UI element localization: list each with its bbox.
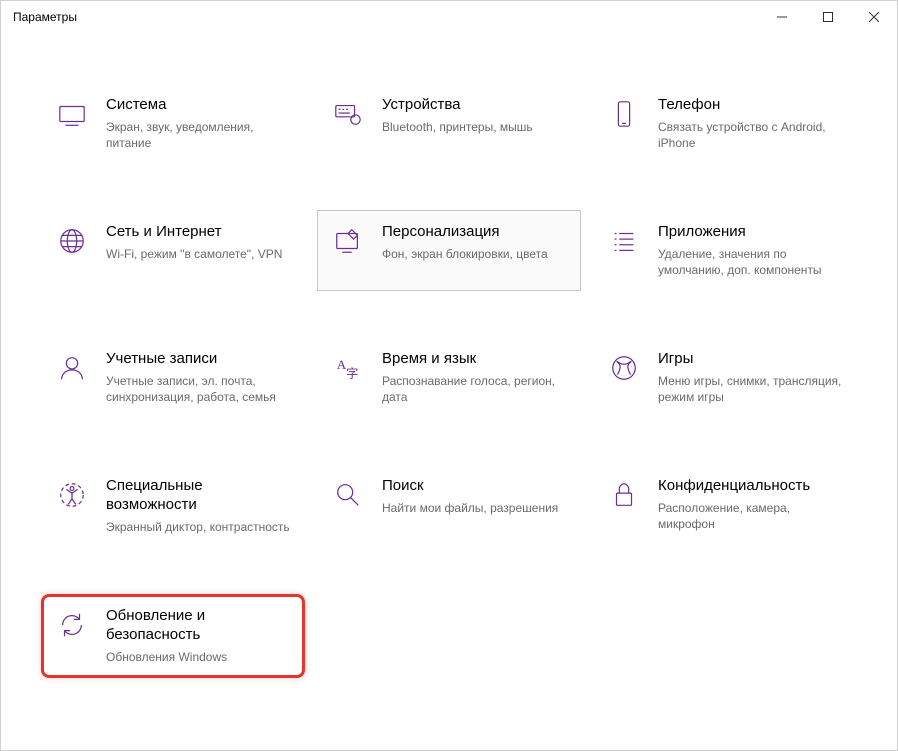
category-title: Учетные записи — [106, 350, 290, 369]
category-subtitle: Обновления Windows — [106, 649, 290, 665]
paint-icon — [332, 225, 364, 257]
ease-of-access-icon — [56, 479, 88, 511]
titlebar: Параметры — [1, 1, 897, 33]
close-icon — [869, 12, 879, 22]
category-subtitle: Связать устройство с Android, iPhone — [658, 119, 842, 151]
maximize-icon — [823, 12, 833, 22]
search-icon — [332, 479, 364, 511]
category-ease-of-access[interactable]: Специальные возможности Экранный диктор,… — [41, 464, 305, 548]
content-area: Система Экран, звук, уведомления, питани… — [1, 33, 897, 750]
window-title: Параметры — [13, 10, 77, 24]
category-subtitle: Фон, экран блокировки, цвета — [382, 246, 566, 262]
category-subtitle: Расположение, камера, микрофон — [658, 500, 842, 532]
window-controls — [759, 1, 897, 33]
category-title: Специальные возможности — [106, 477, 290, 515]
category-apps[interactable]: Приложения Удаление, значения по умолчан… — [593, 210, 857, 291]
update-icon — [56, 609, 88, 641]
phone-icon — [608, 98, 640, 130]
category-title: Время и язык — [382, 350, 566, 369]
category-subtitle: Bluetooth, принтеры, мышь — [382, 119, 566, 135]
category-phone[interactable]: Телефон Связать устройство с Android, iP… — [593, 83, 857, 164]
minimize-icon — [777, 12, 787, 22]
person-icon — [56, 352, 88, 384]
category-subtitle: Экран, звук, уведомления, питание — [106, 119, 290, 151]
category-gaming[interactable]: Игры Меню игры, снимки, трансляция, режи… — [593, 337, 857, 418]
category-privacy[interactable]: Конфиденциальность Расположение, камера,… — [593, 464, 857, 548]
category-subtitle: Учетные записи, эл. почта, синхронизация… — [106, 373, 290, 405]
minimize-button[interactable] — [759, 1, 805, 33]
maximize-button[interactable] — [805, 1, 851, 33]
category-personalization[interactable]: Персонализация Фон, экран блокировки, цв… — [317, 210, 581, 291]
apps-icon — [608, 225, 640, 257]
category-subtitle: Найти мои файлы, разрешения — [382, 500, 566, 516]
category-title: Конфиденциальность — [658, 477, 842, 496]
category-devices[interactable]: Устройства Bluetooth, принтеры, мышь — [317, 83, 581, 164]
category-accounts[interactable]: Учетные записи Учетные записи, эл. почта… — [41, 337, 305, 418]
category-title: Сеть и Интернет — [106, 223, 290, 242]
svg-text:字: 字 — [346, 366, 358, 381]
globe-icon — [56, 225, 88, 257]
category-title: Поиск — [382, 477, 566, 496]
category-title: Телефон — [658, 96, 842, 115]
category-title: Приложения — [658, 223, 842, 242]
language-icon: A字 — [332, 352, 364, 384]
category-search[interactable]: Поиск Найти мои файлы, разрешения — [317, 464, 581, 548]
keyboard-icon — [332, 98, 364, 130]
close-button[interactable] — [851, 1, 897, 33]
category-subtitle: Распознавание голоса, регион, дата — [382, 373, 566, 405]
category-subtitle: Экранный диктор, контрастность — [106, 519, 290, 535]
category-title: Игры — [658, 350, 842, 369]
category-time-language[interactable]: A字 Время и язык Распознавание голоса, ре… — [317, 337, 581, 418]
category-subtitle: Меню игры, снимки, трансляция, режим игр… — [658, 373, 842, 405]
category-network[interactable]: Сеть и Интернет Wi-Fi, режим "в самолете… — [41, 210, 305, 291]
categories-grid: Система Экран, звук, уведомления, питани… — [41, 83, 857, 678]
category-system[interactable]: Система Экран, звук, уведомления, питани… — [41, 83, 305, 164]
lock-icon — [608, 479, 640, 511]
category-title: Система — [106, 96, 290, 115]
category-subtitle: Удаление, значения по умолчанию, доп. ко… — [658, 246, 842, 278]
category-subtitle: Wi-Fi, режим "в самолете", VPN — [106, 246, 290, 262]
settings-window: Параметры Система Экран, звук, уведо — [0, 0, 898, 751]
display-icon — [56, 98, 88, 130]
category-update-security[interactable]: Обновление и безопасность Обновления Win… — [41, 594, 305, 678]
category-title: Обновление и безопасность — [106, 607, 290, 645]
category-title: Устройства — [382, 96, 566, 115]
xbox-icon — [608, 352, 640, 384]
category-title: Персонализация — [382, 223, 566, 242]
